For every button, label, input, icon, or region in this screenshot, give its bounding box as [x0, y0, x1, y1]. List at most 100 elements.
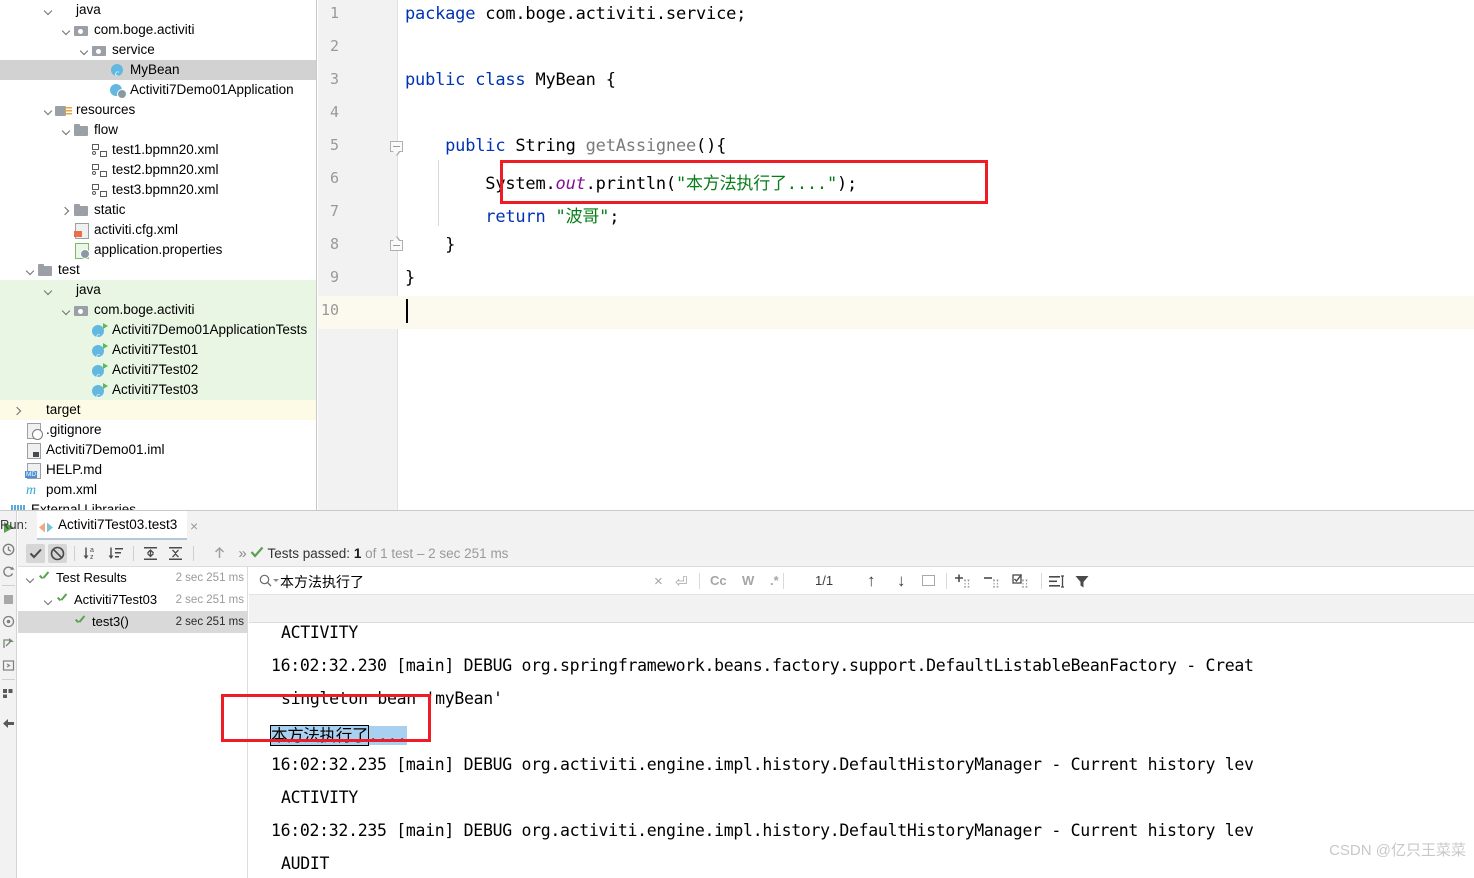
- tree-item-application-properties[interactable]: application.properties: [0, 240, 317, 260]
- console-line[interactable]: 16:02:32.230 [main] DEBUG org.springfram…: [271, 656, 1254, 675]
- editor-gutter[interactable]: 12345678910: [318, 0, 398, 510]
- chevron-right-icon[interactable]: [60, 204, 73, 217]
- test-results-tree[interactable]: Test Results2 sec 251 msActiviti7Test032…: [18, 567, 248, 878]
- find-next-icon[interactable]: ↓: [897, 571, 906, 591]
- show-console-icon[interactable]: [2, 659, 15, 672]
- show-passed-icon[interactable]: [26, 544, 45, 563]
- test-result-row[interactable]: test3()2 sec 251 ms: [18, 611, 248, 633]
- console-line[interactable]: 16:02:32.235 [main] DEBUG org.activiti.e…: [271, 755, 1254, 774]
- dump-threads-icon[interactable]: [2, 615, 15, 628]
- match-case-toggle[interactable]: Cc: [710, 573, 727, 588]
- chevron-down-icon[interactable]: [78, 44, 91, 57]
- console-line[interactable]: 16:02:32.235 [main] DEBUG org.activiti.e…: [271, 821, 1254, 840]
- tree-item--gitignore[interactable]: .gitignore: [0, 420, 317, 440]
- chevron-down-icon[interactable]: [60, 24, 73, 37]
- tree-item-activiti7demo01-iml[interactable]: Activiti7Demo01.iml: [0, 440, 317, 460]
- expand-all-icon[interactable]: [141, 544, 160, 563]
- code-editor[interactable]: 12345678910 package com.boge.activiti.se…: [318, 0, 1474, 510]
- tree-item-activiti7demo01application[interactable]: Activiti7Demo01Application: [0, 80, 317, 100]
- pin-icon[interactable]: [2, 717, 15, 730]
- soft-wrap-icon[interactable]: [1049, 575, 1065, 593]
- tree-item-activiti7test03[interactable]: cActiviti7Test03: [0, 380, 317, 400]
- regex-toggle[interactable]: .*: [770, 573, 779, 588]
- test-result-row[interactable]: Activiti7Test032 sec 251 ms: [18, 589, 248, 611]
- rerun-automatically-icon[interactable]: [2, 565, 15, 578]
- console-line[interactable]: AUDIT: [281, 854, 329, 873]
- sort-alphabetically-icon[interactable]: a z: [81, 544, 100, 563]
- tree-item-com-boge-activiti[interactable]: com.boge.activiti: [0, 300, 317, 320]
- tree-item-activiti7test02[interactable]: cActiviti7Test02: [0, 360, 317, 380]
- tree-item-activiti-cfg-xml[interactable]: activiti.cfg.xml: [0, 220, 317, 240]
- fold-marker-open[interactable]: [390, 141, 404, 155]
- hide-ignored-icon[interactable]: [48, 544, 67, 563]
- layout-icon[interactable]: [2, 687, 15, 700]
- code-line-9[interactable]: }: [405, 268, 415, 288]
- chevron-right-icon[interactable]: [12, 404, 25, 417]
- test-runner-toolbar[interactable]: a z: [18, 540, 1474, 567]
- tree-item-pom-xml[interactable]: pom.xml: [0, 480, 317, 500]
- tree-item-mybean[interactable]: MyBean: [0, 60, 317, 80]
- chevron-down-icon[interactable]: [42, 4, 55, 17]
- code-line-5[interactable]: public String getAssignee(){: [405, 136, 726, 156]
- collapse-all-icon[interactable]: [166, 544, 185, 563]
- test-result-label: Test Results: [56, 567, 127, 589]
- code-line-8[interactable]: }: [405, 235, 455, 255]
- tree-item-static[interactable]: static: [0, 200, 317, 220]
- tree-item-test[interactable]: test: [0, 260, 317, 280]
- search-history-chevron-down-icon[interactable]: [273, 579, 279, 582]
- console-line[interactable]: ACTIVITY: [281, 623, 358, 642]
- tree-editor-divider[interactable]: [316, 0, 317, 510]
- console-text-area[interactable]: ACTIVITY 16:02:32.230 [main] DEBUG org.sp…: [249, 623, 1474, 878]
- chevron-down-icon[interactable]: [42, 284, 55, 297]
- chevron-down-icon[interactable]: [42, 594, 55, 607]
- tree-item-activiti7test01[interactable]: cActiviti7Test01: [0, 340, 317, 360]
- tree-item-resources[interactable]: resources: [0, 100, 317, 120]
- code-line-1[interactable]: package com.boge.activiti.service;: [405, 4, 746, 24]
- remove-matches-icon[interactable]: [983, 574, 1001, 594]
- stop-icon[interactable]: [2, 593, 15, 606]
- fold-marker-close[interactable]: [390, 240, 404, 254]
- project-tree-panel[interactable]: javacom.boge.activitiserviceMyBeanActivi…: [0, 0, 317, 510]
- search-input[interactable]: 本方法执行了: [280, 572, 364, 592]
- tree-item-service[interactable]: service: [0, 40, 317, 60]
- tree-item-flow[interactable]: flow: [0, 120, 317, 140]
- tree-item-java[interactable]: java: [0, 280, 317, 300]
- words-toggle[interactable]: W: [742, 573, 754, 588]
- console-search-bar[interactable]: 本方法执行了 × ⏎ Cc W .* 1/1 ↑ ↓: [249, 567, 1474, 595]
- console-output-panel[interactable]: 本方法执行了 × ⏎ Cc W .* 1/1 ↑ ↓: [249, 567, 1474, 878]
- chevron-down-icon[interactable]: [24, 264, 37, 277]
- select-all-occurrences-icon[interactable]: [922, 575, 935, 586]
- filter-matches-icon[interactable]: [1012, 574, 1030, 594]
- tree-item-test1-bpmn20-xml[interactable]: test1.bpmn20.xml: [0, 140, 317, 160]
- tree-item-external-libraries[interactable]: External Libraries: [0, 500, 317, 510]
- export-icon[interactable]: [2, 637, 15, 650]
- tree-item-com-boge-activiti[interactable]: com.boge.activiti: [0, 20, 317, 40]
- tree-item-test3-bpmn20-xml[interactable]: test3.bpmn20.xml: [0, 180, 317, 200]
- filter-icon[interactable]: [1075, 575, 1089, 593]
- search-icon[interactable]: [259, 574, 272, 587]
- close-icon[interactable]: ×: [190, 518, 198, 534]
- chevron-down-icon[interactable]: [24, 572, 37, 585]
- run-tab-bar[interactable]: Run: Activiti7Test03.test3 ×: [18, 511, 1474, 540]
- test-result-row[interactable]: Test Results2 sec 251 ms: [18, 567, 248, 589]
- clear-search-icon[interactable]: ×: [654, 573, 663, 590]
- history-icon[interactable]: [2, 543, 15, 556]
- prev-failed-icon[interactable]: [210, 544, 229, 563]
- tree-item-java[interactable]: java: [0, 0, 317, 20]
- find-prev-icon[interactable]: ↑: [867, 571, 876, 591]
- code-line-3[interactable]: public class MyBean {: [405, 70, 616, 90]
- chevron-down-icon[interactable]: [42, 104, 55, 117]
- code-line-7[interactable]: return "波哥";: [405, 202, 619, 227]
- tree-item-test2-bpmn20-xml[interactable]: test2.bpmn20.xml: [0, 160, 317, 180]
- test-passed-icon: [74, 616, 87, 627]
- chevron-down-icon[interactable]: [60, 304, 73, 317]
- tree-item-help-md[interactable]: HELP.md: [0, 460, 317, 480]
- chevron-down-icon[interactable]: [60, 124, 73, 137]
- add-matches-icon[interactable]: [954, 574, 972, 594]
- tree-item-target[interactable]: target: [0, 400, 317, 420]
- console-line[interactable]: ACTIVITY: [281, 788, 358, 807]
- search-return-icon[interactable]: ⏎: [675, 573, 688, 591]
- sort-by-duration-icon[interactable]: [106, 544, 125, 563]
- tree-item-activiti7demo01applicationtests[interactable]: cActiviti7Demo01ApplicationTests: [0, 320, 317, 340]
- run-side-toolbar[interactable]: [0, 511, 17, 878]
